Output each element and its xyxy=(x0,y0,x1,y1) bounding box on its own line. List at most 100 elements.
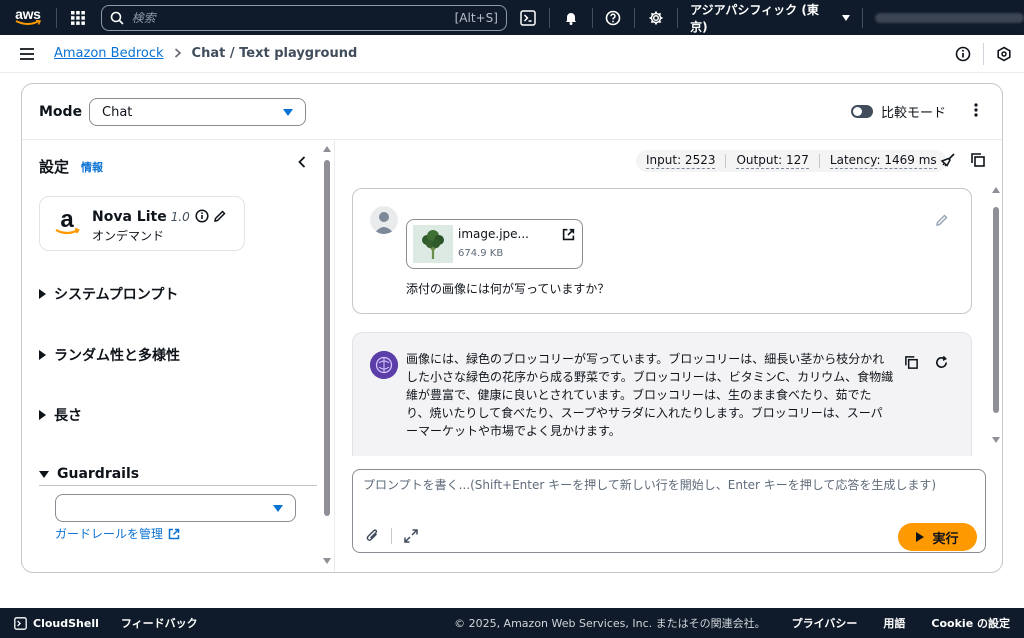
cookie-settings-link[interactable]: Cookie の設定 xyxy=(931,615,1010,631)
section-label: ランダム性と多様性 xyxy=(54,348,180,364)
scroll-down-icon[interactable] xyxy=(323,558,331,564)
compare-mode-label: 比較モード xyxy=(880,106,946,121)
settings-info-link[interactable]: 情報 xyxy=(81,159,103,175)
terms-link[interactable]: 用語 xyxy=(883,615,905,631)
settings-button[interactable] xyxy=(635,0,677,35)
file-name: image.jpe... xyxy=(458,227,529,241)
chevron-right-icon xyxy=(174,47,182,61)
help-button[interactable] xyxy=(593,0,635,35)
copy-icon[interactable] xyxy=(904,355,919,374)
external-link-icon xyxy=(168,528,180,539)
file-size: 674.9 KB xyxy=(458,248,504,259)
notifications-button[interactable] xyxy=(550,0,592,35)
toggle-switch[interactable] xyxy=(850,105,873,118)
search-icon xyxy=(110,11,124,25)
scroll-thumb[interactable] xyxy=(324,160,330,516)
region-selector[interactable]: アジアパシフィック (東京) xyxy=(678,1,862,35)
info-icon[interactable] xyxy=(943,46,983,62)
bell-icon xyxy=(565,12,576,25)
aws-logo[interactable]: aws xyxy=(0,0,56,35)
scroll-up-icon[interactable] xyxy=(992,187,1000,193)
model-name: Nova Lite 1.0 xyxy=(92,209,190,225)
aws-smile-icon xyxy=(15,20,41,25)
feedback-link[interactable]: フィードバック xyxy=(121,615,198,631)
region-label: アジアパシフィック (東京) xyxy=(690,2,819,34)
user-message: image.jpe... 674.9 KB 添付の画像には何が写っていますか？ xyxy=(352,188,972,314)
cloudshell-button[interactable] xyxy=(507,0,549,35)
edit-pencil-icon[interactable] xyxy=(213,209,227,227)
footer: CloudShell フィードバック © 2025, Amazon Web Se… xyxy=(0,608,1024,638)
caret-down-icon xyxy=(283,108,293,116)
assistant-message: 画像には、緑色のブロッコリーが写っています。ブロッコリーは、細長い茎から枝分かれ… xyxy=(352,332,972,456)
copyright-text: © 2025, Amazon Web Services, Inc. またはその関… xyxy=(454,617,766,630)
metric-latency: Latency: 1469 ms xyxy=(829,153,937,169)
external-link-icon[interactable] xyxy=(562,228,575,245)
prompt-input[interactable]: プロンプトを書く...(Shift+Enter キーを押して新しい行を開始し、E… xyxy=(352,469,986,553)
search-shortcut: [Alt+S] xyxy=(454,10,498,25)
info-icon[interactable] xyxy=(195,209,209,227)
manage-guardrails-label: ガードレールを管理 xyxy=(55,527,164,541)
model-version: 1.0 xyxy=(170,210,190,224)
account-menu[interactable] xyxy=(874,12,1024,23)
manage-guardrails-link[interactable]: ガードレールを管理 xyxy=(55,525,180,542)
mode-header: Mode Chat 比較モード xyxy=(22,84,1002,140)
section-system-prompt[interactable]: システムプロンプト xyxy=(39,284,178,304)
search-input[interactable]: 検索 [Alt+S] xyxy=(100,4,507,31)
run-button[interactable]: 実行 xyxy=(898,523,977,551)
caret-down-icon xyxy=(273,504,283,512)
prompt-placeholder: プロンプトを書く...(Shift+Enter キーを押して新しい行を開始し、E… xyxy=(363,478,937,492)
caret-right-icon xyxy=(39,410,46,420)
copy-icon[interactable] xyxy=(970,152,986,172)
section-guardrails[interactable]: Guardrails xyxy=(39,466,139,482)
settings-title: 設定 xyxy=(39,158,70,176)
caret-right-icon xyxy=(39,289,46,299)
run-label: 実行 xyxy=(932,531,959,547)
section-randomness[interactable]: ランダム性と多様性 xyxy=(39,345,180,365)
broccoli-thumbnail xyxy=(413,225,453,263)
scroll-up-icon[interactable] xyxy=(323,146,331,152)
model-name-text: Nova Lite xyxy=(92,209,167,225)
model-card: a Nova Lite 1.0 オンデマンド xyxy=(39,196,245,251)
breadcrumb-bedrock[interactable]: Amazon Bedrock xyxy=(54,46,164,61)
regenerate-icon[interactable] xyxy=(934,355,949,374)
chat-scrollbar[interactable] xyxy=(990,185,1002,447)
more-options-icon[interactable] xyxy=(974,103,978,121)
mode-select[interactable]: Chat xyxy=(89,98,306,126)
privacy-link[interactable]: プライバシー xyxy=(792,615,858,631)
breadcrumb-current: Chat / Text playground xyxy=(191,46,358,61)
attached-file-card[interactable]: image.jpe... 674.9 KB xyxy=(406,219,583,269)
guardrails-select[interactable] xyxy=(55,494,296,522)
user-avatar xyxy=(370,206,398,234)
edit-pencil-icon[interactable] xyxy=(935,213,949,231)
compare-mode-toggle[interactable]: 比較モード xyxy=(850,102,946,121)
hexagon-icon[interactable] xyxy=(984,46,1024,62)
caret-down-icon xyxy=(39,470,49,478)
breadcrumb-bar: Amazon Bedrock Chat / Text playground xyxy=(0,35,1024,73)
expand-icon[interactable] xyxy=(403,528,419,548)
paperclip-icon[interactable] xyxy=(365,528,381,548)
menu-icon[interactable] xyxy=(0,47,54,60)
gear-icon xyxy=(649,11,663,24)
section-length[interactable]: 長さ xyxy=(39,405,82,425)
caret-down-icon xyxy=(841,14,850,21)
divider xyxy=(725,154,727,168)
services-grid-icon[interactable] xyxy=(57,0,99,35)
metric-output: Output: 127 xyxy=(736,153,809,169)
clear-chat-broom-icon[interactable] xyxy=(940,152,956,172)
divider xyxy=(818,154,820,168)
amazon-logo: a xyxy=(52,206,82,237)
user-message-text: 添付の画像には何が写っていますか？ xyxy=(406,282,610,296)
settings-panel: 設定 情報 a Nova Lite 1.0 オンデマンド システムプロンプト ラン… xyxy=(22,140,335,572)
scroll-down-icon[interactable] xyxy=(992,437,1000,443)
chevron-left-icon[interactable] xyxy=(298,156,306,172)
caret-right-icon xyxy=(39,350,46,360)
svg-text:a: a xyxy=(60,207,74,233)
play-icon xyxy=(916,532,925,542)
divider xyxy=(861,7,863,28)
settings-scrollbar[interactable] xyxy=(322,144,332,570)
terminal-icon xyxy=(520,9,536,26)
help-icon xyxy=(606,10,621,25)
divider xyxy=(39,485,317,486)
scroll-thumb[interactable] xyxy=(993,207,999,413)
cloudshell-link[interactable]: CloudShell xyxy=(14,617,99,630)
